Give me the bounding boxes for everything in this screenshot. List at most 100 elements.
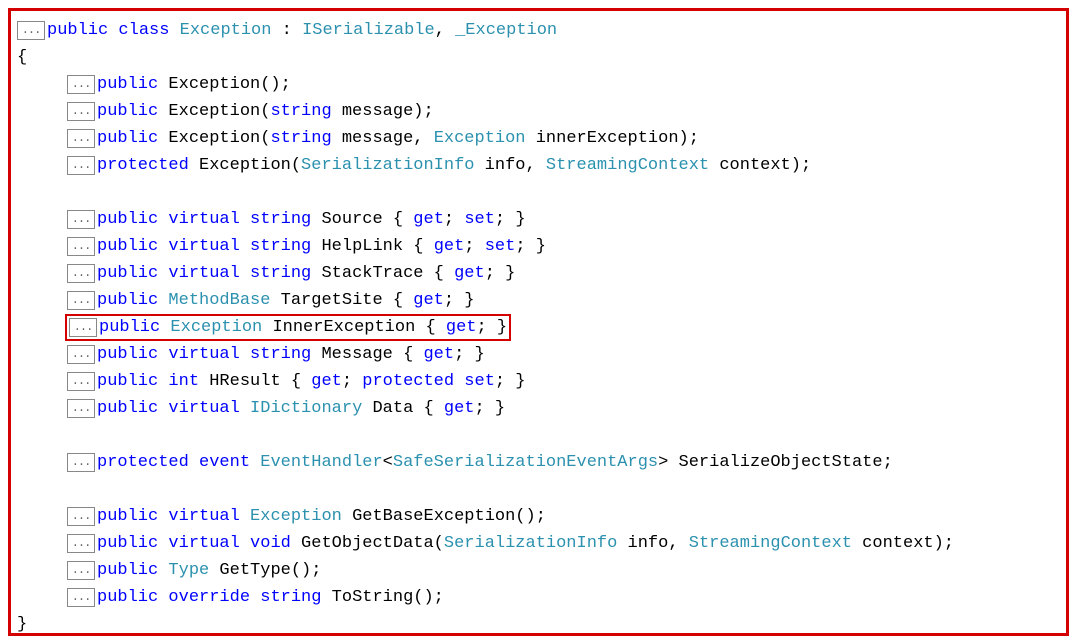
keyword: get	[423, 345, 454, 364]
keyword: virtual	[168, 345, 239, 364]
prop-hresult-line: ... public int HResult { get ; protected…	[17, 368, 1058, 395]
prop-targetsite-line: ... public MethodBase TargetSite { get ;…	[17, 287, 1058, 314]
ctor-line-3: ... public Exception( string message, Ex…	[17, 125, 1058, 152]
keyword: protected	[362, 372, 454, 391]
member-text: innerException);	[526, 129, 699, 148]
type: SerializationInfo	[301, 156, 474, 175]
keyword: virtual	[168, 507, 239, 526]
fold-toggle[interactable]: ...	[17, 21, 45, 40]
member-text: HelpLink {	[311, 237, 433, 256]
keyword: virtual	[168, 237, 239, 256]
keyword-type: string	[270, 102, 331, 121]
brace-open: {	[17, 44, 1058, 71]
class-declaration-line: ... public class Exception : ISerializab…	[17, 17, 1058, 44]
member-text: ToString();	[321, 588, 443, 607]
member-text: context);	[709, 156, 811, 175]
ctor-line-2: ... public Exception( string message);	[17, 98, 1058, 125]
fold-toggle[interactable]: ...	[69, 318, 97, 337]
keyword-type: string	[250, 237, 311, 256]
fold-toggle[interactable]: ...	[67, 507, 95, 526]
type-iserializable: ISerializable	[302, 21, 435, 40]
keyword-type: string	[270, 129, 331, 148]
fold-toggle[interactable]: ...	[67, 453, 95, 472]
event-line: ... protected event EventHandler < SafeS…	[17, 449, 1058, 476]
member-text: message);	[332, 102, 434, 121]
colon: :	[271, 21, 302, 40]
keyword: virtual	[168, 399, 239, 418]
keyword: public	[99, 318, 160, 337]
type: Type	[168, 561, 209, 580]
fold-toggle[interactable]: ...	[67, 156, 95, 175]
ctor-line-4: ... protected Exception( SerializationIn…	[17, 152, 1058, 179]
member-text: TargetSite {	[270, 291, 413, 310]
keyword: public	[97, 237, 158, 256]
member-text: ; }	[477, 318, 508, 337]
prop-innerexception-line: ... public Exception InnerException { ge…	[17, 314, 1058, 341]
keyword: public	[97, 345, 158, 364]
type: MethodBase	[168, 291, 270, 310]
member-text: info,	[474, 156, 545, 175]
member-text: HResult {	[199, 372, 311, 391]
fold-toggle[interactable]: ...	[67, 561, 95, 580]
keyword: protected	[97, 156, 189, 175]
member-text: GetType();	[209, 561, 321, 580]
prop-message-line: ... public virtual string Message { get …	[17, 341, 1058, 368]
member-text: message,	[332, 129, 434, 148]
member-text: Exception(	[158, 102, 270, 121]
keyword: set	[485, 237, 516, 256]
type: StreamingContext	[689, 534, 852, 553]
keyword-class: class	[118, 21, 169, 40]
member-text: Exception(	[158, 129, 270, 148]
type: EventHandler	[260, 453, 382, 472]
fold-toggle[interactable]: ...	[67, 588, 95, 607]
prop-data-line: ... public virtual IDictionary Data { ge…	[17, 395, 1058, 422]
member-text: context);	[852, 534, 954, 553]
fold-toggle[interactable]: ...	[67, 372, 95, 391]
member-text: Message {	[311, 345, 423, 364]
type-exception: Exception	[180, 21, 272, 40]
type: IDictionary	[250, 399, 362, 418]
fold-toggle[interactable]: ...	[67, 237, 95, 256]
fold-toggle[interactable]: ...	[67, 291, 95, 310]
keyword: public	[97, 102, 158, 121]
prop-source-line: ... public virtual string Source { get ;…	[17, 206, 1058, 233]
member-text: ; }	[444, 291, 475, 310]
member-text: InnerException {	[262, 318, 446, 337]
type: Exception	[170, 318, 262, 337]
prop-helplink-line: ... public virtual string HelpLink { get…	[17, 233, 1058, 260]
keyword-public: public	[47, 21, 108, 40]
type: StreamingContext	[546, 156, 709, 175]
keyword-type: void	[250, 534, 291, 553]
fold-toggle[interactable]: ...	[67, 102, 95, 121]
keyword: get	[311, 372, 342, 391]
fold-toggle[interactable]: ...	[67, 345, 95, 364]
keyword: get	[413, 210, 444, 229]
keyword-type: string	[250, 345, 311, 364]
keyword: public	[97, 534, 158, 553]
fold-toggle[interactable]: ...	[67, 399, 95, 418]
member-text: GetBaseException();	[342, 507, 546, 526]
fold-toggle[interactable]: ...	[67, 75, 95, 94]
highlight-innerexception: ... public Exception InnerException { ge…	[65, 314, 511, 341]
member-text: ;	[464, 237, 484, 256]
member-text: ; }	[454, 345, 485, 364]
keyword: public	[97, 129, 158, 148]
method-gettype-line: ... public Type GetType();	[17, 557, 1058, 584]
fold-toggle[interactable]: ...	[67, 534, 95, 553]
member-text: ; }	[485, 264, 516, 283]
keyword: public	[97, 561, 158, 580]
fold-toggle[interactable]: ...	[67, 210, 95, 229]
keyword: get	[444, 399, 475, 418]
member-text: ;	[342, 372, 362, 391]
code-viewer: ... public class Exception : ISerializab…	[8, 8, 1069, 636]
fold-toggle[interactable]: ...	[67, 264, 95, 283]
blank-line	[17, 179, 1058, 206]
keyword: override	[168, 588, 250, 607]
member-text: Exception();	[158, 75, 291, 94]
keyword: public	[97, 264, 158, 283]
type: SerializationInfo	[444, 534, 617, 553]
method-tostring-line: ... public override string ToString();	[17, 584, 1058, 611]
fold-toggle[interactable]: ...	[67, 129, 95, 148]
keyword: set	[464, 210, 495, 229]
blank-line	[17, 422, 1058, 449]
